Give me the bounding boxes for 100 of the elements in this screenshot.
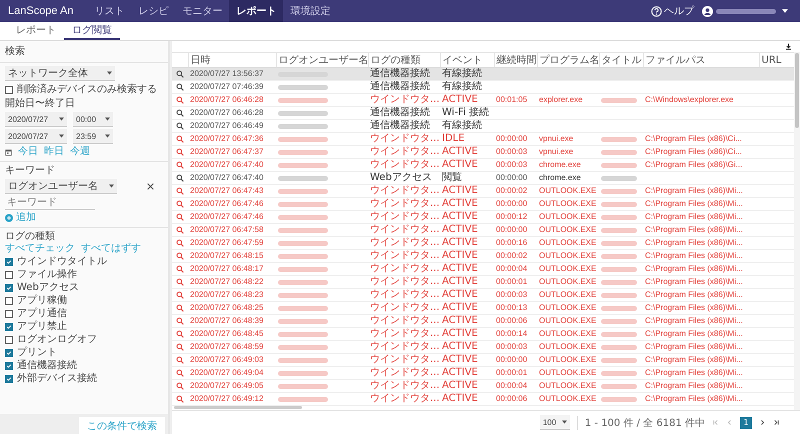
- search-icon[interactable]: [176, 278, 184, 286]
- column-header[interactable]: ファイルパス: [643, 52, 759, 68]
- add-icon[interactable]: [5, 214, 13, 222]
- search-icon[interactable]: [176, 356, 184, 364]
- search-icon[interactable]: [176, 70, 184, 78]
- checkbox[interactable]: [5, 310, 13, 318]
- checkbox[interactable]: [5, 336, 13, 344]
- table-row[interactable]: 2020/07/27 06:48:25 ウインドウタ... ACTIVE 00:00:13 OUTLOOK.EXE C:\Program Files (x86)\Mi...: [172, 302, 794, 314]
- checkbox[interactable]: [5, 374, 13, 382]
- time-dropdown[interactable]: 00:00: [73, 112, 113, 127]
- keyword-type-dropdown[interactable]: ログオンユーザー名: [5, 179, 117, 194]
- nav-tab[interactable]: レシピ: [131, 0, 176, 22]
- search-icon[interactable]: [176, 122, 184, 130]
- keyword-input[interactable]: キーワード: [5, 196, 95, 210]
- column-header[interactable]: ログの種類: [368, 52, 440, 68]
- checkbox[interactable]: [5, 258, 13, 266]
- calendar-icon[interactable]: [5, 148, 12, 156]
- table-row[interactable]: 2020/07/27 06:47:36 ウインドウタ... IDLE 00:00:00 vpnui.exe C:\Program Files (x86)\Ci...: [172, 132, 794, 146]
- date-dropdown[interactable]: 2020/07/27: [5, 112, 67, 127]
- account-icon[interactable]: [702, 6, 713, 16]
- page-size-dropdown[interactable]: 100: [540, 415, 570, 430]
- search-icon[interactable]: [176, 213, 184, 221]
- checkbox[interactable]: [5, 284, 13, 292]
- last-page-icon[interactable]: [773, 419, 780, 426]
- help-icon[interactable]: [651, 6, 662, 16]
- search-icon[interactable]: [176, 226, 184, 234]
- scope-dropdown[interactable]: ネットワーク全体: [5, 66, 115, 81]
- table-cell: ウインドウタ...: [368, 94, 440, 106]
- close-icon[interactable]: [147, 183, 154, 190]
- search-icon[interactable]: [176, 291, 184, 299]
- table-row[interactable]: 2020/07/27 06:47:46 ウインドウタ... ACTIVE 00:00:00 OUTLOOK.EXE C:\Program Files (x86)\Mi...: [172, 198, 794, 210]
- table-row[interactable]: 2020/07/27 06:49:12 ウインドウタ... ACTIVE 00:00:06 OUTLOOK.EXE C:\Program Files (x86)\Mi...: [172, 392, 794, 406]
- table-row[interactable]: 2020/07/27 06:48:17 ウインドウタ... ACTIVE 00:00:04 OUTLOOK.EXE C:\Program Files (x86)\Mi...: [172, 262, 794, 276]
- search-icon[interactable]: [176, 343, 184, 351]
- search-icon[interactable]: [176, 304, 184, 312]
- table-row[interactable]: 2020/07/27 06:47:59 ウインドウタ... ACTIVE 00:00:16 OUTLOOK.EXE C:\Program Files (x86)\Mi...: [172, 236, 794, 250]
- table-row[interactable]: 2020/07/27 06:49:03 ウインドウタ... ACTIVE 00:00:00 OUTLOOK.EXE C:\Program Files (x86)\Mi...: [172, 354, 794, 366]
- search-icon[interactable]: [176, 200, 184, 208]
- table-row[interactable]: 2020/07/27 06:46:28 通信機器接続 Wi-Fi 接続: [172, 106, 794, 120]
- column-header[interactable]: 日時: [188, 52, 276, 68]
- table-row[interactable]: 2020/07/27 13:56:37 通信機器接続 有線接続: [172, 68, 794, 80]
- search-icon[interactable]: [176, 382, 184, 390]
- search-icon[interactable]: [176, 109, 184, 117]
- column-header[interactable]: ログオンユーザー名: [276, 52, 368, 68]
- redacted-text: [601, 266, 637, 272]
- search-icon[interactable]: [176, 161, 184, 169]
- search-icon[interactable]: [176, 395, 184, 403]
- search-icon[interactable]: [176, 317, 184, 325]
- table-row[interactable]: 2020/07/27 06:47:40 Webアクセス 閲覧 00:00:00 chrome.exe: [172, 172, 794, 184]
- table-row[interactable]: 2020/07/27 06:47:58 ウインドウタ... ACTIVE 00:00:00 OUTLOOK.EXE C:\Program Files (x86)\Mi...: [172, 224, 794, 236]
- table-row[interactable]: 2020/07/27 06:46:49 通信機器接続 有線接続: [172, 120, 794, 132]
- checkbox[interactable]: [5, 86, 13, 94]
- table-row[interactable]: 2020/07/27 06:48:59 ウインドウタ... ACTIVE 00:00:03 OUTLOOK.EXE C:\Program Files (x86)\Mi...: [172, 340, 794, 354]
- table-row[interactable]: 2020/07/27 06:48:15 ウインドウタ... ACTIVE 00:00:02 OUTLOOK.EXE C:\Program Files (x86)\Mi...: [172, 250, 794, 262]
- table-row[interactable]: 2020/07/27 07:46:39 通信機器接続 有線接続: [172, 80, 794, 94]
- search-icon[interactable]: [176, 148, 184, 156]
- nav-tab[interactable]: リスト: [87, 0, 132, 22]
- search-icon[interactable]: [176, 239, 184, 247]
- search-icon[interactable]: [176, 83, 184, 91]
- table-row[interactable]: 2020/07/27 06:48:45 ウインドウタ... ACTIVE 00:00:14 OUTLOOK.EXE C:\Program Files (x86)\Mi...: [172, 328, 794, 340]
- search-icon[interactable]: [176, 174, 184, 182]
- table-row[interactable]: 2020/07/27 06:46:28 ウインドウタ... ACTIVE 00:01:05 explorer.exe C:\Windows\explorer.exe: [172, 94, 794, 106]
- column-header[interactable]: プログラム名: [537, 52, 599, 68]
- search-icon[interactable]: [176, 330, 184, 338]
- checkbox[interactable]: [5, 322, 13, 330]
- vertical-scrollbar[interactable]: [795, 53, 799, 128]
- table-row[interactable]: 2020/07/27 06:48:22 ウインドウタ... ACTIVE 00:00:01 OUTLOOK.EXE C:\Program Files (x86)\Mi...: [172, 276, 794, 288]
- nav-tab[interactable]: レポート: [229, 0, 284, 22]
- search-icon[interactable]: [176, 135, 184, 143]
- download-icon[interactable]: [785, 43, 792, 50]
- search-icon[interactable]: [176, 187, 184, 195]
- help-link[interactable]: ヘルプ: [664, 4, 694, 18]
- search-icon[interactable]: [176, 265, 184, 273]
- table-row[interactable]: 2020/07/27 06:49:05 ウインドウタ... ACTIVE 00:00:04 OUTLOOK.EXE C:\Program Files (x86)\Mi...: [172, 380, 794, 392]
- search-icon[interactable]: [176, 96, 184, 104]
- checkbox[interactable]: [5, 270, 13, 278]
- checkbox[interactable]: [5, 362, 13, 370]
- time-dropdown[interactable]: 23:59: [73, 129, 113, 144]
- redacted-text: [278, 358, 328, 362]
- table-row[interactable]: 2020/07/27 06:48:23 ウインドウタ... ACTIVE 00:00:03 OUTLOOK.EXE C:\Program Files (x86)\Mi...: [172, 288, 794, 302]
- nav-tab[interactable]: 環境設定: [283, 0, 338, 22]
- nav-tab[interactable]: モニター: [175, 0, 230, 22]
- table-row[interactable]: 2020/07/27 06:47:40 ウインドウタ... ACTIVE 00:00:03 chrome.exe C:\Program Files (x86)\Gi...: [172, 158, 794, 172]
- caret-icon[interactable]: [782, 9, 788, 13]
- checkbox[interactable]: [5, 296, 13, 304]
- sub-tab[interactable]: レポート: [8, 22, 64, 40]
- table-row[interactable]: 2020/07/27 06:47:37 ウインドウタ... ACTIVE 00:00:03 vpnui.exe C:\Program Files (x86)\Ci...: [172, 146, 794, 158]
- search-icon[interactable]: [176, 369, 184, 377]
- search-button[interactable]: この条件で検索: [79, 417, 165, 434]
- table-row[interactable]: 2020/07/27 06:47:46 ウインドウタ... ACTIVE 00:00:12 OUTLOOK.EXE C:\Program Files (x86)\Mi...: [172, 210, 794, 224]
- date-dropdown[interactable]: 2020/07/27: [5, 129, 67, 144]
- next-page-icon[interactable]: [759, 419, 766, 426]
- page-number[interactable]: 1: [740, 416, 752, 428]
- table-row[interactable]: 2020/07/27 06:47:43 ウインドウタ... ACTIVE 00:00:02 OUTLOOK.EXE C:\Program Files (x86)\Mi...: [172, 184, 794, 198]
- checkbox[interactable]: [5, 348, 13, 356]
- search-icon[interactable]: [176, 252, 184, 260]
- table-cell: C:\Program Files (x86)\Mi...: [643, 184, 759, 198]
- table-row[interactable]: 2020/07/27 06:48:39 ウインドウタ... ACTIVE 00:00:06 OUTLOOK.EXE C:\Program Files (x86)\Mi...: [172, 314, 794, 328]
- table-cell: 2020/07/27 06:48:17: [188, 262, 276, 276]
- table-row[interactable]: 2020/07/27 06:49:04 ウインドウタ... ACTIVE 00:00:01 OUTLOOK.EXE C:\Program Files (x86)\Mi...: [172, 366, 794, 380]
